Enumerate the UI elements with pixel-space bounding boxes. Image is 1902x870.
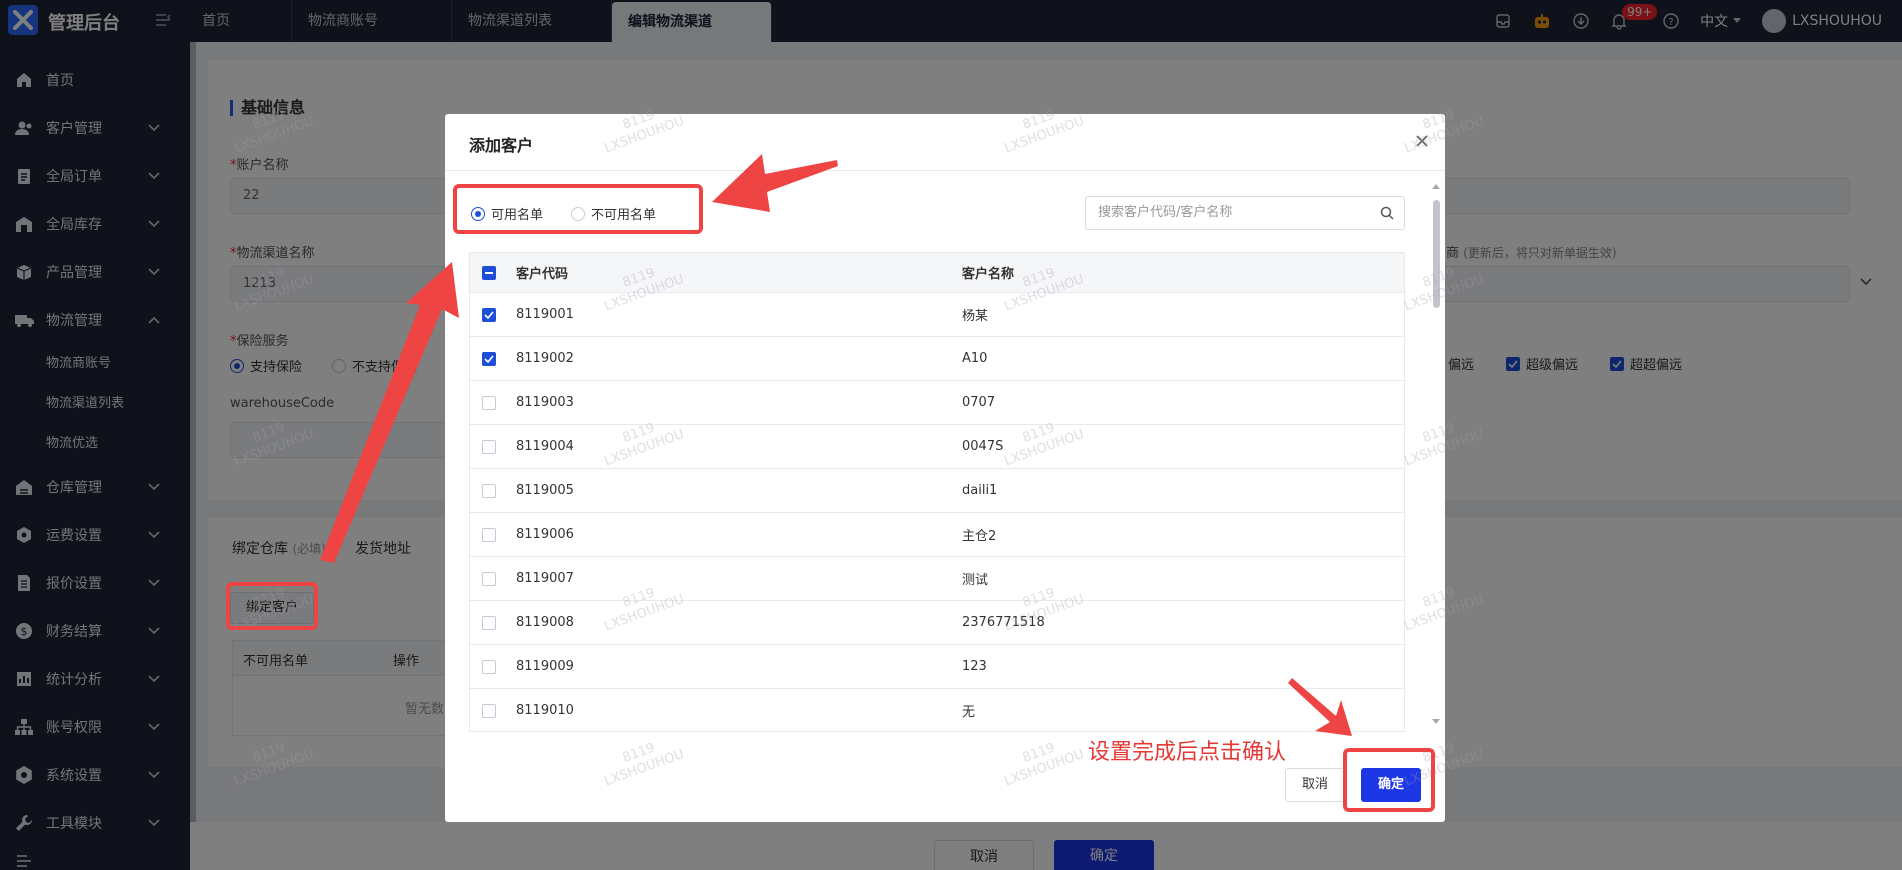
arrow-to-radios	[712, 154, 838, 212]
arrow-to-ok	[1288, 678, 1352, 736]
annotation-arrows	[320, 154, 1352, 736]
arrow-from-bind-to-table	[320, 262, 459, 563]
